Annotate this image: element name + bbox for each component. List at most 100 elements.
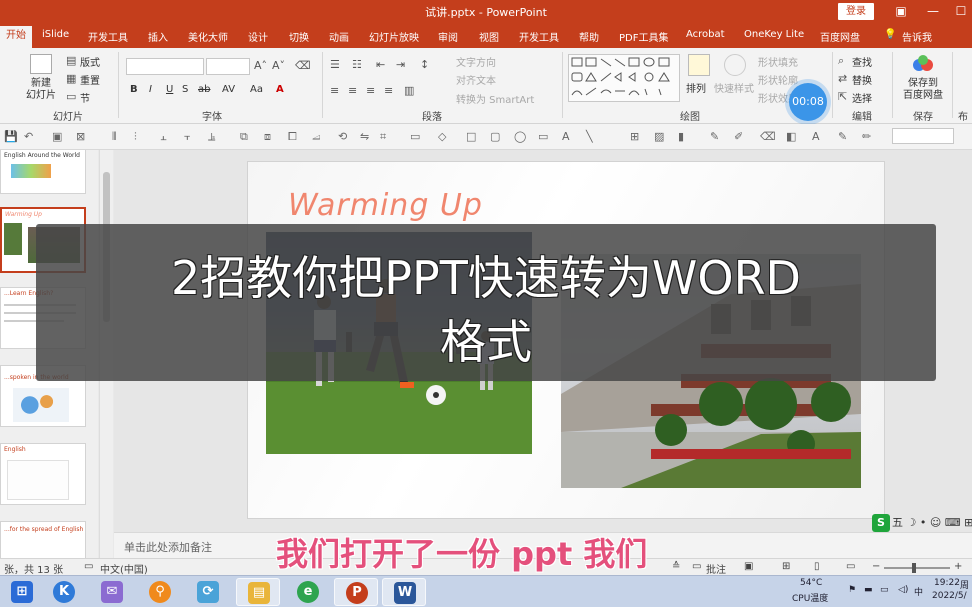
- taskbar-qq-browser[interactable]: K: [42, 578, 86, 606]
- shadow-button[interactable]: S: [182, 84, 188, 95]
- italic-button[interactable]: I: [149, 84, 152, 95]
- taskbar-messages[interactable]: ✉: [90, 578, 134, 606]
- slide-sorter-icon[interactable]: ⊞: [782, 561, 790, 572]
- slide-thumbnail[interactable]: English Around the World: [0, 150, 86, 194]
- clock-time[interactable]: 19:22: [934, 578, 960, 588]
- normal-view-icon[interactable]: ▣: [744, 561, 753, 572]
- language-indicator[interactable]: 中文(中国): [100, 561, 148, 576]
- tab-baidu-netdisk[interactable]: 百度网盘: [820, 29, 860, 44]
- taskbar-search[interactable]: ⚲: [138, 578, 182, 606]
- change-case-button[interactable]: Aa: [250, 84, 263, 95]
- numbering-icon[interactable]: ☷: [352, 58, 362, 71]
- rounded-rect-icon[interactable]: ▢: [490, 130, 500, 143]
- tray-flag-icon[interactable]: ⚑: [848, 585, 856, 595]
- reading-view-icon[interactable]: ▯: [814, 561, 820, 572]
- new-slide-button[interactable]: 新建 幻灯片: [26, 78, 56, 102]
- slide-thumbnail[interactable]: ...for the spread of English: [0, 521, 86, 561]
- decrease-font-icon[interactable]: A˅: [272, 59, 285, 72]
- save-to-baidu-button[interactable]: 保存到 百度网盘: [900, 78, 946, 102]
- tab-pdf-tools[interactable]: PDF工具集: [619, 29, 668, 44]
- zoom-in-icon[interactable]: +: [954, 561, 962, 572]
- distribute-icon[interactable]: ⫶: [134, 130, 137, 144]
- taskbar-powerpoint[interactable]: P: [334, 578, 378, 606]
- oval-icon[interactable]: ◯: [514, 130, 526, 143]
- increase-font-icon[interactable]: A˄: [254, 59, 267, 72]
- fill-icon[interactable]: ✏: [862, 130, 871, 143]
- rectangle-shape-icon[interactable]: ▭: [410, 130, 420, 143]
- picture-icon[interactable]: ▨: [654, 130, 664, 143]
- minimize-icon[interactable]: —: [922, 2, 944, 20]
- comments-button[interactable]: 批注: [706, 561, 726, 576]
- spelling-icon[interactable]: ▭: [84, 561, 93, 572]
- eraser-icon[interactable]: ⌫: [760, 130, 776, 143]
- slideshow-icon[interactable]: ▭: [846, 561, 855, 572]
- taskbar-internet-explorer[interactable]: e: [286, 578, 330, 606]
- tab-help[interactable]: 帮助: [579, 29, 599, 44]
- tab-islide[interactable]: iSlide: [42, 29, 69, 40]
- rect-icon[interactable]: □: [466, 130, 476, 143]
- align-middle-icon[interactable]: ⫟: [184, 130, 191, 144]
- layout-button[interactable]: 版式: [80, 54, 100, 69]
- tab-developer[interactable]: 开发工具: [88, 29, 128, 44]
- send-backward-icon[interactable]: ⧡: [312, 130, 321, 144]
- zoom-select[interactable]: [892, 128, 954, 144]
- clock-date[interactable]: 2022/5/: [932, 591, 967, 601]
- slide-title[interactable]: Warming Up: [288, 188, 483, 223]
- quick-styles-button[interactable]: 快速样式: [714, 80, 754, 95]
- crop-icon[interactable]: ⌗: [380, 130, 386, 144]
- taskbar-file-explorer[interactable]: ▤: [236, 578, 280, 606]
- strikethrough-button[interactable]: ab: [198, 84, 210, 95]
- text-icon[interactable]: A: [562, 130, 570, 143]
- arrange-button[interactable]: 排列: [686, 80, 706, 95]
- find-button[interactable]: 查找: [852, 54, 872, 69]
- shape-fill-button[interactable]: 形状填充: [758, 54, 798, 69]
- outline-icon[interactable]: ✎: [838, 130, 847, 143]
- align-top-icon[interactable]: ⫠: [160, 130, 167, 144]
- close-box-icon[interactable]: ⊠: [76, 130, 85, 143]
- font-size-select[interactable]: [206, 58, 250, 75]
- login-button[interactable]: 登录: [838, 3, 874, 20]
- shape-outline-button[interactable]: 形状轮廓: [758, 72, 798, 87]
- tab-slideshow[interactable]: 幻灯片放映: [369, 29, 419, 44]
- shapes-gallery[interactable]: [568, 54, 680, 102]
- align-icon[interactable]: ⫴: [112, 130, 117, 144]
- flip-icon[interactable]: ⇋: [360, 130, 369, 143]
- ime-toolbar[interactable]: S五 ☽ • ☺ ⌨ ⊞: [872, 514, 972, 532]
- tab-developer-2[interactable]: 开发工具: [519, 29, 559, 44]
- redo-icon[interactable]: ▣: [52, 130, 62, 143]
- ungroup-icon[interactable]: ⧈: [264, 130, 271, 144]
- highlighter-icon[interactable]: ✐: [734, 130, 743, 143]
- tray-ime-icon[interactable]: 中: [914, 585, 923, 598]
- undo-icon[interactable]: ↶: [24, 130, 33, 143]
- align-bottom-icon[interactable]: ⫡: [208, 130, 215, 144]
- tab-onekey-lite[interactable]: OneKey Lite: [744, 29, 804, 40]
- maximize-icon[interactable]: ☐: [950, 2, 972, 20]
- increase-indent-icon[interactable]: ⇥: [396, 58, 405, 71]
- tray-network-icon[interactable]: ▬: [864, 585, 873, 595]
- table-icon[interactable]: ⊞: [630, 130, 639, 143]
- tab-insert[interactable]: 插入: [148, 29, 168, 44]
- slide-thumbnail[interactable]: English: [0, 443, 86, 505]
- tab-review[interactable]: 审阅: [438, 29, 458, 44]
- spacing-button[interactable]: AV: [222, 84, 235, 95]
- save-icon[interactable]: 💾: [4, 130, 18, 143]
- line-icon[interactable]: ╲: [586, 130, 593, 143]
- zoom-slider-handle[interactable]: [912, 563, 916, 573]
- new-slide-icon[interactable]: [30, 54, 52, 74]
- zoom-out-icon[interactable]: −: [872, 561, 880, 572]
- decrease-indent-icon[interactable]: ⇤: [376, 58, 385, 71]
- align-right-icon[interactable]: ≡: [366, 84, 375, 97]
- tell-me-search[interactable]: 告诉我: [902, 29, 932, 44]
- font-name-select[interactable]: [126, 58, 204, 75]
- tab-design[interactable]: 设计: [248, 29, 268, 44]
- pen-icon[interactable]: ✎: [710, 130, 719, 143]
- media-icon[interactable]: ▮: [678, 130, 684, 143]
- start-button[interactable]: ⊞: [0, 578, 44, 606]
- taskbar-word[interactable]: W: [382, 578, 426, 606]
- shape-picker-icon[interactable]: ◇: [438, 130, 446, 143]
- ribbon-display-options-icon[interactable]: ▣: [890, 2, 912, 20]
- rotate-icon[interactable]: ⟲: [338, 130, 347, 143]
- reset-button[interactable]: 重置: [80, 72, 100, 87]
- tab-animations[interactable]: 动画: [329, 29, 349, 44]
- font-color-button[interactable]: A: [276, 84, 284, 95]
